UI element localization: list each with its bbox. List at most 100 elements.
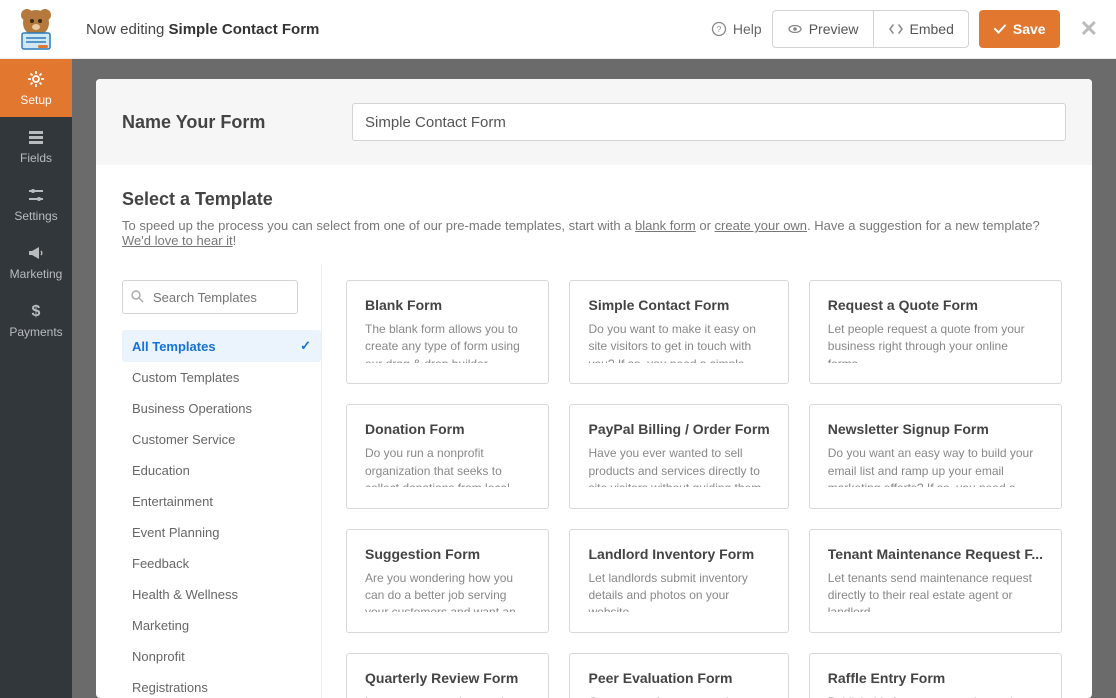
template-card-desc: Do you want to make it easy on site visi… — [588, 321, 769, 363]
check-icon — [993, 22, 1007, 36]
category-registrations[interactable]: Registrations — [122, 672, 321, 698]
template-card-title: Suggestion Form — [365, 546, 530, 562]
bear-logo-icon — [12, 5, 60, 53]
template-card[interactable]: Raffle Entry Form Publish this form to g… — [809, 653, 1062, 698]
dollar-icon: $ — [26, 301, 46, 321]
list-icon — [26, 127, 46, 147]
category-business-operations[interactable]: Business Operations — [122, 393, 321, 424]
template-card[interactable]: Newsletter Signup Form Do you want an ea… — [809, 404, 1062, 508]
form-name-input[interactable] — [352, 103, 1066, 141]
panel: Name Your Form Select a Template To spee… — [96, 79, 1092, 698]
help-icon: ? — [711, 21, 727, 37]
template-help-text: To speed up the process you can select f… — [122, 218, 1066, 248]
template-card-desc: Publish this form to get entries and — [828, 694, 1043, 698]
category-customer-service[interactable]: Customer Service — [122, 424, 321, 455]
left-sidebar: Setup Fields Settings Marketing $ Paymen… — [0, 59, 72, 698]
help-link[interactable]: ? Help — [711, 21, 762, 37]
search-input[interactable] — [122, 280, 298, 314]
preview-button[interactable]: Preview — [772, 10, 874, 48]
template-grid: Blank Form The blank form allows you to … — [346, 264, 1066, 698]
template-card-desc: Do you run a nonprofit organization that… — [365, 445, 530, 487]
sidebar-item-payments[interactable]: $ Payments — [0, 291, 72, 349]
editing-prefix: Now editing — [86, 21, 169, 38]
sidebar-item-fields[interactable]: Fields — [0, 117, 72, 175]
search-icon — [130, 289, 144, 303]
template-card[interactable]: Suggestion Form Are you wondering how yo… — [346, 529, 549, 633]
save-button[interactable]: Save — [979, 10, 1060, 48]
eye-icon — [787, 21, 803, 37]
template-card-desc: Are you wondering how you can do a bette… — [365, 570, 530, 612]
sidebar-item-label: Payments — [9, 325, 62, 339]
template-card-desc: Let landlords submit inventory details a… — [588, 570, 769, 612]
template-card-title: PayPal Billing / Order Form — [588, 421, 769, 437]
template-card-desc: The blank form allows you to create any … — [365, 321, 530, 363]
template-card-title: Tenant Maintenance Request F... — [828, 546, 1043, 562]
template-header: Select a Template To speed up the proces… — [96, 165, 1092, 264]
create-own-link[interactable]: create your own — [715, 218, 808, 233]
category-list: All Templates ✓ Custom Templates Busines… — [122, 330, 321, 698]
close-button[interactable]: ✕ — [1080, 16, 1098, 42]
template-card-title: Donation Form — [365, 421, 530, 437]
svg-text:?: ? — [717, 25, 722, 34]
template-title: Select a Template — [122, 189, 1066, 210]
sidebar-item-settings[interactable]: Settings — [0, 175, 72, 233]
template-card-desc: Let tenants send maintenance request dir… — [828, 570, 1043, 612]
template-card-title: Simple Contact Form — [588, 297, 769, 313]
template-card[interactable]: Donation Form Do you run a nonprofit org… — [346, 404, 549, 508]
sidebar-item-label: Settings — [14, 209, 57, 223]
template-card-title: Blank Form — [365, 297, 530, 313]
code-icon — [888, 21, 904, 37]
sidebar-item-marketing[interactable]: Marketing — [0, 233, 72, 291]
template-card-title: Raffle Entry Form — [828, 670, 1043, 686]
suggest-link[interactable]: We'd love to hear it — [122, 233, 233, 248]
template-card[interactable]: Landlord Inventory Form Let landlords su… — [569, 529, 788, 633]
category-event-planning[interactable]: Event Planning — [122, 517, 321, 548]
category-feedback[interactable]: Feedback — [122, 548, 321, 579]
template-card-desc: Let managers and supervisors submit — [365, 694, 530, 698]
preview-embed-group: Preview Embed — [772, 10, 969, 48]
template-card-title: Newsletter Signup Form — [828, 421, 1043, 437]
category-nonprofit[interactable]: Nonprofit — [122, 641, 321, 672]
template-card[interactable]: Blank Form The blank form allows you to … — [346, 280, 549, 384]
template-card[interactable]: Simple Contact Form Do you want to make … — [569, 280, 788, 384]
editing-label: Now editing Simple Contact Form — [86, 21, 319, 38]
bullhorn-icon — [26, 243, 46, 263]
template-card[interactable]: Peer Evaluation Form Get peer performanc… — [569, 653, 788, 698]
top-bar: Now editing Simple Contact Form ? Help P… — [0, 0, 1116, 59]
gear-icon — [26, 69, 46, 89]
category-marketing[interactable]: Marketing — [122, 610, 321, 641]
sidebar-item-setup[interactable]: Setup — [0, 59, 72, 117]
sidebar-item-label: Fields — [20, 151, 52, 165]
blank-form-link[interactable]: blank form — [635, 218, 696, 233]
form-name-section: Name Your Form — [96, 79, 1092, 165]
content-area: Name Your Form Select a Template To spee… — [72, 59, 1116, 698]
template-card-title: Request a Quote Form — [828, 297, 1043, 313]
category-custom[interactable]: Custom Templates — [122, 362, 321, 393]
svg-text:$: $ — [32, 303, 41, 320]
category-health-wellness[interactable]: Health & Wellness — [122, 579, 321, 610]
app-logo — [0, 0, 72, 59]
search-box — [122, 280, 321, 314]
check-icon: ✓ — [300, 338, 311, 354]
template-card-title: Quarterly Review Form — [365, 670, 530, 686]
template-card-desc: Get peer performance reviews and — [588, 694, 769, 698]
template-card-desc: Let people request a quote from your bus… — [828, 321, 1043, 363]
template-card-title: Landlord Inventory Form — [588, 546, 769, 562]
template-card-desc: Do you want an easy way to build your em… — [828, 445, 1043, 487]
template-card[interactable]: Tenant Maintenance Request F... Let tena… — [809, 529, 1062, 633]
template-card-title: Peer Evaluation Form — [588, 670, 769, 686]
embed-button[interactable]: Embed — [874, 10, 969, 48]
template-card[interactable]: Quarterly Review Form Let managers and s… — [346, 653, 549, 698]
editing-form-title: Simple Contact Form — [169, 21, 320, 38]
category-education[interactable]: Education — [122, 455, 321, 486]
template-sidebar: All Templates ✓ Custom Templates Busines… — [122, 264, 322, 698]
form-name-label: Name Your Form — [122, 112, 332, 133]
template-card[interactable]: PayPal Billing / Order Form Have you eve… — [569, 404, 788, 508]
category-entertainment[interactable]: Entertainment — [122, 486, 321, 517]
template-card-desc: Have you ever wanted to sell products an… — [588, 445, 769, 487]
sliders-icon — [26, 185, 46, 205]
sidebar-item-label: Marketing — [10, 267, 63, 281]
template-card[interactable]: Request a Quote Form Let people request … — [809, 280, 1062, 384]
sidebar-item-label: Setup — [20, 93, 51, 107]
category-all-templates[interactable]: All Templates ✓ — [122, 330, 321, 362]
